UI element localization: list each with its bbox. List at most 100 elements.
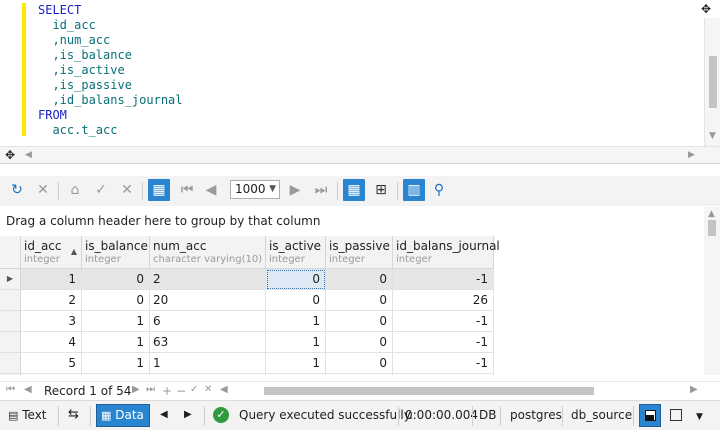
- table-cell[interactable]: 1: [82, 311, 150, 332]
- next-page-icon[interactable]: ▶: [284, 179, 306, 201]
- results-grid[interactable]: id_acc integer ▲ is_balance integer num_…: [0, 236, 704, 375]
- table-cell[interactable]: 2: [21, 290, 82, 311]
- scroll-right-icon[interactable]: ▶: [688, 149, 695, 161]
- page-size-select[interactable]: 1000 ▼: [230, 180, 280, 199]
- data-tab[interactable]: ▦ Data: [96, 404, 150, 427]
- table-cell[interactable]: 1: [82, 374, 150, 375]
- table-cell[interactable]: 0: [326, 290, 393, 311]
- chevron-down-icon[interactable]: ▼: [696, 409, 703, 425]
- grid-hscroll-thumb[interactable]: [264, 387, 594, 395]
- layout-bottom-panel-icon[interactable]: [639, 404, 661, 427]
- editor-vertical-scrollbar[interactable]: ▼: [704, 18, 720, 146]
- code-line[interactable]: acc.t_acc: [38, 123, 183, 138]
- row-indicator[interactable]: [0, 332, 21, 353]
- split-editor-icon[interactable]: ✥: [701, 2, 711, 16]
- table-cell[interactable]: 1: [266, 332, 326, 353]
- code-line[interactable]: ,id_balans_journal: [38, 93, 182, 108]
- table-row[interactable]: 2 0 20 0 0 26: [0, 290, 494, 311]
- row-indicator[interactable]: [0, 311, 21, 332]
- grid-view-icon[interactable]: ▦: [343, 179, 365, 201]
- delete-record-icon[interactable]: −: [176, 384, 186, 398]
- table-cell[interactable]: -1: [393, 311, 494, 332]
- row-indicator[interactable]: ▶: [0, 269, 21, 290]
- table-cell[interactable]: 20: [150, 290, 266, 311]
- table-row[interactable]: 5 1 1 1 0 -1: [0, 353, 494, 374]
- column-header-id-acc[interactable]: id_acc integer ▲: [21, 236, 82, 269]
- previous-page-icon[interactable]: ◀: [200, 179, 222, 201]
- column-header-id-balans-journal[interactable]: id_balans_journal integer: [393, 236, 500, 269]
- code-line[interactable]: SELECT: [38, 3, 183, 18]
- last-page-icon[interactable]: ⏭: [310, 179, 332, 201]
- table-cell[interactable]: 1: [266, 374, 326, 375]
- code-line[interactable]: ,is_balance: [38, 48, 183, 63]
- add-record-icon[interactable]: +: [162, 384, 172, 398]
- code-line[interactable]: FROM: [38, 108, 183, 123]
- stop-icon[interactable]: ✕: [32, 179, 54, 201]
- scroll-right-icon[interactable]: ▶: [690, 384, 698, 395]
- find-icon[interactable]: ⚲: [428, 179, 450, 201]
- apply-changes-icon[interactable]: ✓: [90, 179, 112, 201]
- table-row[interactable]: ▶ 1 0 2 0 0 -1: [0, 269, 494, 290]
- row-indicator[interactable]: [0, 374, 21, 375]
- table-cell[interactable]: -1: [393, 332, 494, 353]
- refresh-icon[interactable]: ↻: [6, 179, 28, 201]
- table-cell[interactable]: -1: [393, 374, 494, 375]
- paginate-toggle-icon[interactable]: ▦: [148, 179, 170, 201]
- table-row[interactable]: 611010-1: [0, 374, 494, 375]
- post-record-icon[interactable]: ✓: [190, 384, 198, 395]
- column-header-is-passive[interactable]: is_passive integer: [326, 236, 393, 269]
- table-cell[interactable]: -1: [393, 269, 494, 290]
- table-row[interactable]: 4 1 63 1 0 -1: [0, 332, 494, 353]
- swap-panels-icon[interactable]: ⇆: [68, 407, 79, 423]
- sql-editor[interactable]: SELECT id_acc ,num_acc ,is_balance ,is_a…: [0, 0, 720, 164]
- table-cell[interactable]: 5: [21, 353, 82, 374]
- table-cell[interactable]: 0: [82, 269, 150, 290]
- sql-code[interactable]: SELECT id_acc ,num_acc ,is_balance ,is_a…: [38, 3, 183, 138]
- row-indicator[interactable]: [0, 353, 21, 374]
- grid-horizontal-scrollbar[interactable]: [256, 385, 706, 397]
- table-cell[interactable]: 3: [21, 311, 82, 332]
- last-record-icon[interactable]: ⏭: [146, 384, 155, 395]
- table-cell[interactable]: 1: [21, 269, 82, 290]
- table-cell[interactable]: 1: [82, 332, 150, 353]
- table-cell[interactable]: -1: [393, 353, 494, 374]
- table-cell[interactable]: 0: [266, 269, 326, 290]
- scroll-left-icon[interactable]: ◀: [25, 149, 32, 161]
- table-cell[interactable]: 2: [150, 269, 266, 290]
- table-cell[interactable]: 0: [326, 353, 393, 374]
- column-chooser-icon[interactable]: ▥: [403, 179, 425, 201]
- card-view-icon[interactable]: ⊞: [370, 179, 392, 201]
- connection-name[interactable]: postgres: [510, 407, 562, 423]
- table-cell[interactable]: 0: [326, 374, 393, 375]
- scroll-up-icon[interactable]: ▲: [708, 208, 715, 220]
- column-header-num-acc[interactable]: num_acc character varying(10): [150, 236, 266, 269]
- edit-record-icon[interactable]: ⌂: [64, 179, 86, 201]
- code-line[interactable]: ,is_passive: [38, 78, 183, 93]
- cancel-record-icon[interactable]: ✕: [204, 384, 212, 395]
- table-cell[interactable]: 26: [393, 290, 494, 311]
- previous-record-icon[interactable]: ◀: [24, 384, 32, 395]
- next-tab-icon[interactable]: ▶: [184, 407, 192, 423]
- code-line[interactable]: id_acc: [38, 18, 183, 33]
- cancel-changes-icon[interactable]: ✕: [116, 179, 138, 201]
- table-cell[interactable]: 10: [150, 374, 266, 375]
- editor-horizontal-scrollbar[interactable]: ✥ ◀ ▶: [0, 146, 720, 163]
- table-cell[interactable]: 6: [150, 311, 266, 332]
- scroll-down-icon[interactable]: ▼: [709, 130, 716, 142]
- first-record-icon[interactable]: ⏮: [6, 384, 15, 395]
- text-tab[interactable]: ▤ Text: [8, 407, 47, 424]
- split-editor-horizontal-icon[interactable]: ✥: [5, 148, 15, 162]
- code-line[interactable]: ,is_active: [38, 63, 183, 78]
- column-header-is-balance[interactable]: is_balance integer: [82, 236, 150, 269]
- grid-vscroll-thumb[interactable]: [708, 220, 716, 236]
- table-cell[interactable]: 6: [21, 374, 82, 375]
- next-record-icon[interactable]: ▶: [132, 384, 140, 395]
- table-cell[interactable]: 4: [21, 332, 82, 353]
- table-cell[interactable]: 0: [326, 311, 393, 332]
- table-cell[interactable]: 63: [150, 332, 266, 353]
- first-page-icon[interactable]: ⏮: [176, 179, 198, 201]
- table-cell[interactable]: 1: [150, 353, 266, 374]
- grid-vertical-scrollbar[interactable]: ▲: [704, 207, 720, 375]
- editor-vscroll-thumb[interactable]: [709, 56, 717, 108]
- group-by-panel[interactable]: Drag a column header here to group by th…: [0, 207, 720, 236]
